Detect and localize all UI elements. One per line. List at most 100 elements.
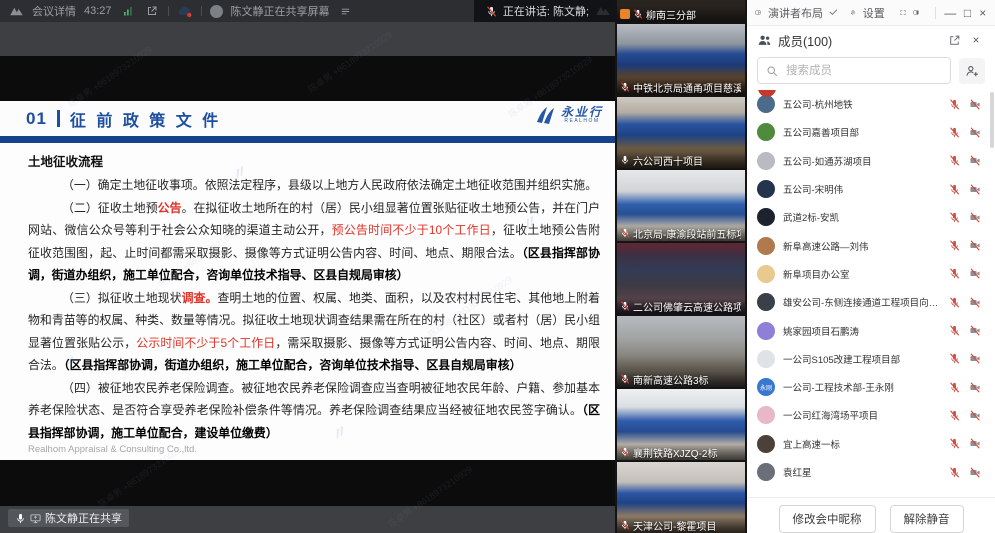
video-tile[interactable]: 北京局-康渝段站前五标项目: [617, 170, 745, 241]
add-member-button[interactable]: [959, 58, 985, 84]
camera-muted-icon[interactable]: [969, 184, 981, 195]
mic-muted-icon[interactable]: [949, 438, 960, 449]
title-divider: [57, 110, 60, 127]
participant-name: 二公司佛肇云高速公路项…: [633, 299, 741, 314]
sharer-avatar: [210, 5, 223, 18]
sharer-status-badge: 陈文静正在共享: [8, 509, 129, 527]
slide-paragraph-1: （一）确定土地征收事项。依照法定程序，县级以上地方人民政府依法确定土地征收范围并…: [28, 174, 600, 197]
mic-muted-icon[interactable]: [949, 212, 960, 223]
slide-top-band: [0, 56, 615, 101]
video-tile[interactable]: 中铁北京局通甬项目慈溪…: [617, 24, 745, 95]
mic-muted-icon[interactable]: [949, 268, 960, 279]
slide-paragraph-4: （四）被征地农民养老保险调查。被征地农民养老保险调查应当查明被征地农民年龄、户籍…: [28, 377, 600, 445]
camera-muted-icon[interactable]: [969, 438, 981, 449]
search-icon: [766, 65, 778, 77]
popout-panel-icon[interactable]: [948, 34, 961, 47]
search-input[interactable]: [784, 64, 942, 78]
avatar: [757, 208, 775, 226]
avatar: [757, 180, 775, 198]
camera-muted-icon[interactable]: [969, 99, 981, 110]
member-row[interactable]: 五公司-杭州地铁: [747, 90, 995, 118]
camera-muted-icon[interactable]: [969, 467, 981, 478]
company-logo: 永业行 REALHOM: [531, 105, 603, 125]
close-panel-icon[interactable]: ×: [967, 33, 985, 47]
cloud-recording-icon[interactable]: [177, 3, 193, 19]
mic-muted-icon: [620, 301, 630, 311]
screen-share-area: 会议详情 43:27 陈文静正在共享屏幕 正在讲话: 陈文静; 01 征 前 政…: [0, 0, 615, 533]
camera-muted-icon[interactable]: [969, 297, 981, 308]
camera-muted-icon[interactable]: [969, 268, 981, 279]
member-row[interactable]: 五公司嘉善项目部: [747, 118, 995, 146]
mic-muted-icon: [633, 9, 643, 19]
search-box[interactable]: [757, 57, 951, 84]
fullscreen-icon[interactable]: [900, 6, 906, 19]
camera-muted-icon[interactable]: [969, 325, 981, 336]
video-tile[interactable]: 南新高速公路3标: [617, 316, 745, 387]
share-detail-lines-icon[interactable]: [338, 3, 354, 19]
rename-button[interactable]: 修改会中昵称: [779, 505, 876, 533]
mic-muted-icon[interactable]: [949, 240, 960, 251]
member-row[interactable]: 五公司-宋明伟: [747, 175, 995, 203]
mic-muted-icon: [620, 447, 630, 457]
close-button[interactable]: ×: [979, 6, 987, 20]
avatar: [757, 265, 775, 283]
avatar: [757, 406, 775, 424]
camera-muted-icon[interactable]: [969, 410, 981, 421]
member-row[interactable]: 宜上高速一标: [747, 430, 995, 458]
slide-content: 土地征收流程 （一）确定土地征收事项。依照法定程序，县级以上地方人民政府依法确定…: [0, 143, 615, 460]
member-name: 五公司-杭州地铁: [783, 97, 941, 111]
mic-muted-icon[interactable]: [949, 467, 960, 478]
member-row[interactable]: 五公司-如通苏湖项目: [747, 147, 995, 175]
slide-heading: 土地征收流程: [28, 151, 600, 170]
side-panel-toggle-icon[interactable]: [913, 6, 919, 19]
camera-muted-icon[interactable]: [969, 353, 981, 364]
member-name: 姚家园项目石鹏涛: [783, 324, 941, 338]
member-panel-title: 成员(100): [778, 31, 832, 50]
mic-muted-icon[interactable]: [949, 382, 960, 393]
mic-muted-icon: [486, 6, 497, 17]
sharer-status-text: 陈文静正在共享: [45, 510, 122, 526]
member-name: 五公司嘉善项目部: [783, 125, 941, 139]
member-row[interactable]: 永刚 一公司-工程技术部-王永刚: [747, 373, 995, 401]
camera-muted-icon[interactable]: [969, 127, 981, 138]
camera-muted-icon[interactable]: [969, 382, 981, 393]
layout-selector[interactable]: 演讲者布局: [768, 5, 823, 21]
mic-muted-icon[interactable]: [949, 353, 960, 364]
member-row[interactable]: 新阜高速公路—刘伟: [747, 231, 995, 259]
member-panel-footer: 修改会中昵称 解除静音: [747, 497, 995, 533]
member-row[interactable]: 武道2标-安凯: [747, 203, 995, 231]
member-row[interactable]: 新阜项目办公室: [747, 260, 995, 288]
mic-muted-icon[interactable]: [949, 325, 960, 336]
meeting-detail-button[interactable]: 会议详情: [32, 3, 76, 19]
settings-button[interactable]: 设置: [863, 5, 885, 21]
mic-muted-icon[interactable]: [949, 410, 960, 421]
camera-muted-icon[interactable]: [969, 212, 981, 223]
member-row[interactable]: 袁红星: [747, 458, 995, 486]
camera-muted-icon[interactable]: [969, 155, 981, 166]
gear-icon: [850, 6, 856, 19]
participant-name: 北京局-康渝段站前五标项目: [633, 226, 741, 241]
camera-muted-icon[interactable]: [969, 240, 981, 251]
scrollbar[interactable]: [990, 92, 994, 148]
mic-muted-icon[interactable]: [949, 184, 960, 195]
video-tile[interactable]: 天津公司-黎霍项目: [617, 462, 745, 533]
video-tile[interactable]: 六公司西十项目: [617, 97, 745, 168]
video-tile[interactable]: 二公司佛肇云高速公路项…: [617, 243, 745, 314]
unmute-button[interactable]: 解除静音: [890, 505, 964, 533]
member-row[interactable]: 一公司红海湾场平项目: [747, 401, 995, 429]
popout-window-icon[interactable]: [144, 3, 160, 19]
mic-muted-icon[interactable]: [949, 297, 960, 308]
minimize-button[interactable]: —: [944, 6, 956, 20]
member-row[interactable]: 雄安公司-东侧连接通道工程项目向志良: [747, 288, 995, 316]
member-row[interactable]: 姚家园项目石鹏涛: [747, 316, 995, 344]
mic-muted-icon: [620, 228, 630, 238]
member-row[interactable]: 一公司S105改建工程项目部: [747, 345, 995, 373]
member-name: 雄安公司-东侧连接通道工程项目向志良: [783, 295, 941, 309]
mic-muted-icon[interactable]: [949, 127, 960, 138]
mic-muted-icon[interactable]: [949, 155, 960, 166]
avatar: [757, 463, 775, 481]
video-tile[interactable]: 襄荆铁路XJZQ-2标: [617, 389, 745, 460]
mic-muted-icon[interactable]: [949, 99, 960, 110]
maximize-button[interactable]: □: [963, 6, 971, 20]
video-tile[interactable]: 柳南三分部: [617, 0, 745, 22]
